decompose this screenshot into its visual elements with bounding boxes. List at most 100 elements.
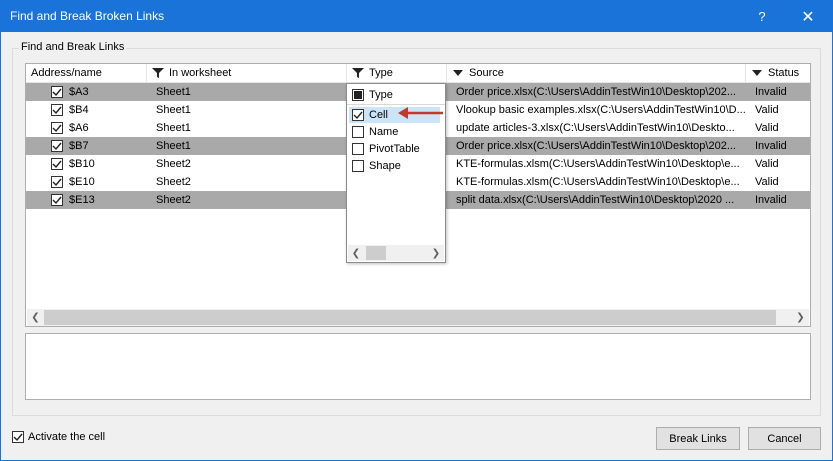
address-text: $A6 [69, 122, 89, 134]
detail-panel [25, 333, 811, 400]
status-cell: Invalid [755, 194, 787, 206]
scroll-left-icon[interactable]: ❮ [348, 245, 364, 261]
address-cell: $B7 [26, 137, 147, 155]
type-filter-select-all[interactable]: Type [352, 87, 393, 103]
worksheet-cell: Sheet2 [156, 176, 191, 188]
column-header-status[interactable]: Status [746, 64, 810, 83]
scrollbar-thumb[interactable] [44, 310, 776, 325]
scroll-left-icon[interactable]: ❮ [27, 309, 44, 326]
type-option-name[interactable]: Name [352, 124, 398, 140]
worksheet-cell: Sheet2 [156, 158, 191, 170]
worksheet-cell: Sheet1 [156, 122, 191, 134]
row-checkbox[interactable] [51, 158, 63, 170]
checkmark-icon [13, 433, 23, 442]
horizontal-scrollbar[interactable]: ❮ ❯ [27, 309, 809, 326]
source-cell: Vlookup basic examples.xlsx(C:\Users\Add… [456, 104, 746, 116]
window-title: Find and Break Broken Links [10, 9, 165, 23]
select-all-checkbox[interactable] [352, 89, 364, 101]
column-header-source[interactable]: Source [447, 64, 746, 83]
type-option-label: Cell [369, 109, 388, 121]
checkmark-icon [52, 124, 62, 133]
status-cell: Valid [755, 176, 779, 188]
source-cell: KTE-formulas.xlsm(C:\Users\AddinTestWin1… [456, 176, 740, 188]
cancel-button[interactable]: Cancel [748, 427, 821, 450]
row-checkbox[interactable] [51, 176, 63, 188]
worksheet-cell: Sheet1 [156, 104, 191, 116]
address-cell: $E13 [26, 191, 147, 209]
source-cell: update articles-3.xlsx(C:\Users\AddinTes… [456, 122, 735, 134]
group-label: Find and Break Links [19, 41, 127, 53]
activate-cell-checkbox[interactable] [12, 431, 24, 443]
sort-down-icon[interactable] [751, 67, 763, 79]
type-option-checkbox[interactable] [352, 143, 364, 155]
row-checkbox[interactable] [51, 194, 63, 206]
popup-scrollbar[interactable]: ❮ ❯ [348, 245, 444, 261]
worksheet-cell: Sheet2 [156, 194, 191, 206]
address-cell: $E10 [26, 173, 147, 191]
source-cell: split data.xlsx(C:\Users\AddinTestWin10\… [456, 194, 735, 206]
column-header-type[interactable]: Type [347, 64, 447, 83]
popup-scrollbar-thumb[interactable] [366, 246, 386, 260]
type-option-checkbox[interactable] [352, 160, 364, 172]
worksheet-cell: Sheet1 [156, 140, 191, 152]
activate-cell-label: Activate the cell [28, 431, 106, 443]
column-header-label: Status [768, 67, 800, 79]
status-cell: Invalid [755, 86, 787, 98]
address-cell: $B4 [26, 101, 147, 119]
row-checkbox[interactable] [51, 86, 63, 98]
sort-down-icon[interactable] [452, 67, 464, 79]
title-bar: Find and Break Broken Links ? ✕ [1, 1, 832, 32]
row-checkbox[interactable] [51, 122, 63, 134]
column-header-address[interactable]: Address/name [26, 64, 147, 83]
filter-icon[interactable] [152, 67, 164, 79]
address-cell: $A6 [26, 119, 147, 137]
row-checkbox[interactable] [51, 104, 63, 116]
type-option-checkbox[interactable] [352, 109, 364, 121]
source-cell: KTE-formulas.xlsm(C:\Users\AddinTestWin1… [456, 158, 740, 170]
checkmark-icon [52, 160, 62, 169]
row-checkbox[interactable] [51, 140, 63, 152]
status-cell: Valid [755, 104, 779, 116]
address-text: $B7 [69, 140, 89, 152]
address-text: $A3 [69, 86, 89, 98]
type-option-checkbox[interactable] [352, 126, 364, 138]
type-filter-header-label: Type [369, 89, 393, 101]
source-cell: Order price.xlsx(C:\Users\AddinTestWin10… [456, 140, 736, 152]
type-option-label: Shape [369, 160, 401, 172]
status-cell: Valid [755, 158, 779, 170]
checkmark-icon [52, 106, 62, 115]
checkmark-icon [52, 178, 62, 187]
address-text: $B4 [69, 104, 89, 116]
type-option-label: PivotTable [369, 143, 420, 155]
break-links-button[interactable]: Break Links [656, 427, 740, 450]
column-header-label: Source [469, 67, 504, 79]
scroll-right-icon[interactable]: ❯ [428, 245, 444, 261]
column-header-label: In worksheet [169, 67, 232, 79]
checkmark-icon [52, 88, 62, 97]
column-header-label: Address/name [31, 67, 102, 79]
status-cell: Valid [755, 122, 779, 134]
worksheet-cell: Sheet1 [156, 86, 191, 98]
close-button[interactable]: ✕ [785, 1, 831, 32]
address-text: $E10 [69, 176, 95, 188]
address-cell: $B10 [26, 155, 147, 173]
type-option-label: Name [369, 126, 399, 138]
checkmark-icon [353, 111, 363, 120]
status-cell: Invalid [755, 140, 787, 152]
filter-icon[interactable] [352, 67, 364, 79]
address-cell: $A3 [26, 83, 147, 101]
scroll-right-icon[interactable]: ❯ [792, 309, 809, 326]
activate-cell-option[interactable]: Activate the cell [12, 431, 105, 443]
column-header-worksheet[interactable]: In worksheet [147, 64, 347, 83]
checkmark-icon [52, 196, 62, 205]
type-option-pivottable[interactable]: PivotTable [352, 141, 420, 157]
source-cell: Order price.xlsx(C:\Users\AddinTestWin10… [456, 86, 736, 98]
checkmark-icon [52, 142, 62, 151]
red-arrow-icon [398, 107, 443, 119]
dialog-window: Find and Break Broken Links ? ✕ Find and… [0, 0, 833, 461]
address-text: $E13 [69, 194, 95, 206]
column-header-label: Type [369, 67, 393, 79]
address-text: $B10 [69, 158, 95, 170]
type-option-shape[interactable]: Shape [352, 158, 401, 174]
help-button[interactable]: ? [739, 1, 785, 32]
